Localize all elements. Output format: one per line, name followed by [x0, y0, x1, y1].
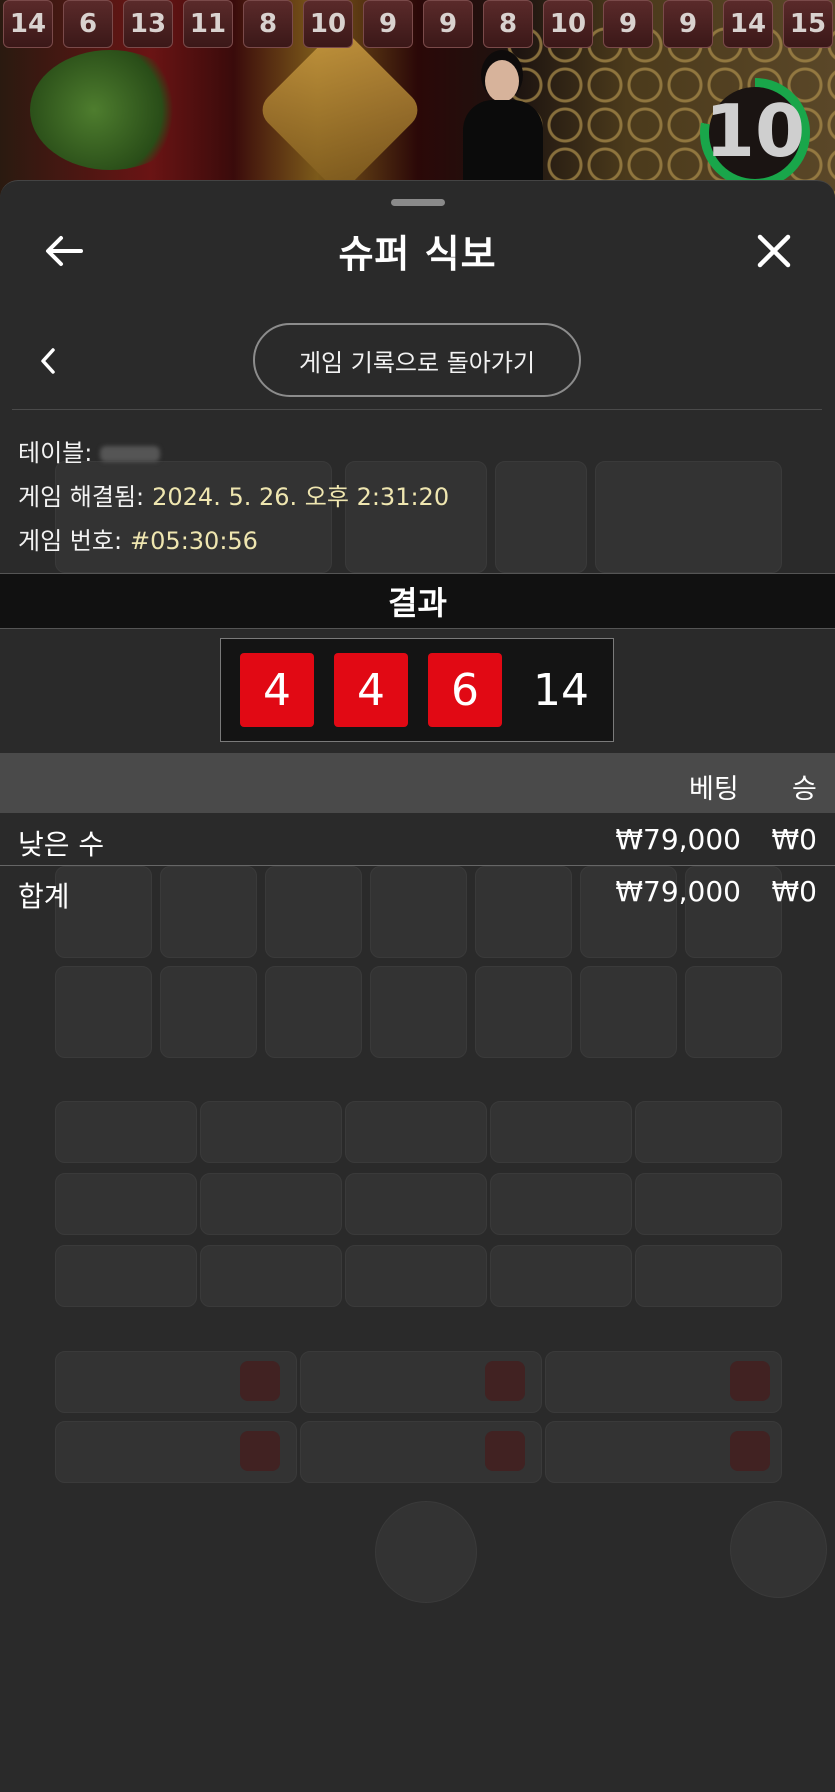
- dice-total: 14: [533, 664, 589, 716]
- table-label: 테이블:: [18, 439, 93, 467]
- total-label: 합계: [18, 880, 70, 913]
- history-chip: 14: [3, 0, 53, 48]
- history-chip: 15: [783, 0, 833, 48]
- game-history-sheet: 슈퍼 식보 게임 기록으로 돌아가기 테이블: 게임 해결됨: 2024. 5. …: [0, 180, 835, 1792]
- history-chip: 9: [663, 0, 713, 48]
- bet-name: 낮은 수: [18, 828, 105, 861]
- gold-wall-ornament: [255, 25, 425, 195]
- column-win: 승: [792, 774, 817, 805]
- bet-amount: ₩79,000: [615, 823, 741, 856]
- result-header: 결과: [0, 573, 835, 629]
- history-chip: 9: [363, 0, 413, 48]
- history-chip: 11: [183, 0, 233, 48]
- dice-result: 4 4 6 14: [220, 638, 614, 742]
- dealer: [455, 60, 550, 200]
- total-bet-amount: ₩79,000: [615, 875, 741, 908]
- win-amount: ₩0: [771, 823, 818, 856]
- column-bet: 베팅: [689, 774, 739, 805]
- close-icon[interactable]: [744, 221, 804, 281]
- redacted-table-name: [100, 446, 161, 462]
- result-history-strip: 14 6 13 11 8 10 9 9 8 10 9 9 14 15: [0, 0, 835, 50]
- total-win-amount: ₩0: [771, 875, 818, 908]
- die-3: 6: [428, 653, 502, 727]
- die-2: 4: [334, 653, 408, 727]
- history-chip: 14: [723, 0, 773, 48]
- history-chip: 9: [423, 0, 473, 48]
- die-1: 4: [240, 653, 314, 727]
- history-chip: 10: [303, 0, 353, 48]
- history-chip: 10: [543, 0, 593, 48]
- plant-decoration: [30, 50, 190, 170]
- game-number-label: 게임 번호:: [18, 527, 123, 555]
- history-chip: 8: [483, 0, 533, 48]
- history-chip: 6: [63, 0, 113, 48]
- chevron-left-icon[interactable]: [18, 331, 78, 391]
- back-to-game-history-button[interactable]: 게임 기록으로 돌아가기: [253, 323, 581, 397]
- sheet-drag-handle[interactable]: [391, 199, 445, 206]
- resolved-info: 게임 해결됨: 2024. 5. 26. 오후 2:31:20: [18, 477, 449, 512]
- betting-board-background: [0, 181, 835, 1792]
- bets-table-header: 베팅 승: [0, 753, 835, 813]
- history-chip: 9: [603, 0, 653, 48]
- sheet-title: 슈퍼 식보: [338, 232, 497, 276]
- divider: [12, 409, 822, 410]
- game-number-value: #05:30:56: [130, 527, 258, 555]
- divider: [0, 865, 835, 866]
- game-number-info: 게임 번호: #05:30:56: [18, 521, 258, 556]
- history-chip: 13: [123, 0, 173, 48]
- resolved-label: 게임 해결됨:: [18, 483, 145, 511]
- resolved-value: 2024. 5. 26. 오후 2:31:20: [152, 483, 450, 511]
- countdown-value: 10: [704, 89, 806, 173]
- history-chip: 8: [243, 0, 293, 48]
- table-info: 테이블:: [18, 433, 161, 468]
